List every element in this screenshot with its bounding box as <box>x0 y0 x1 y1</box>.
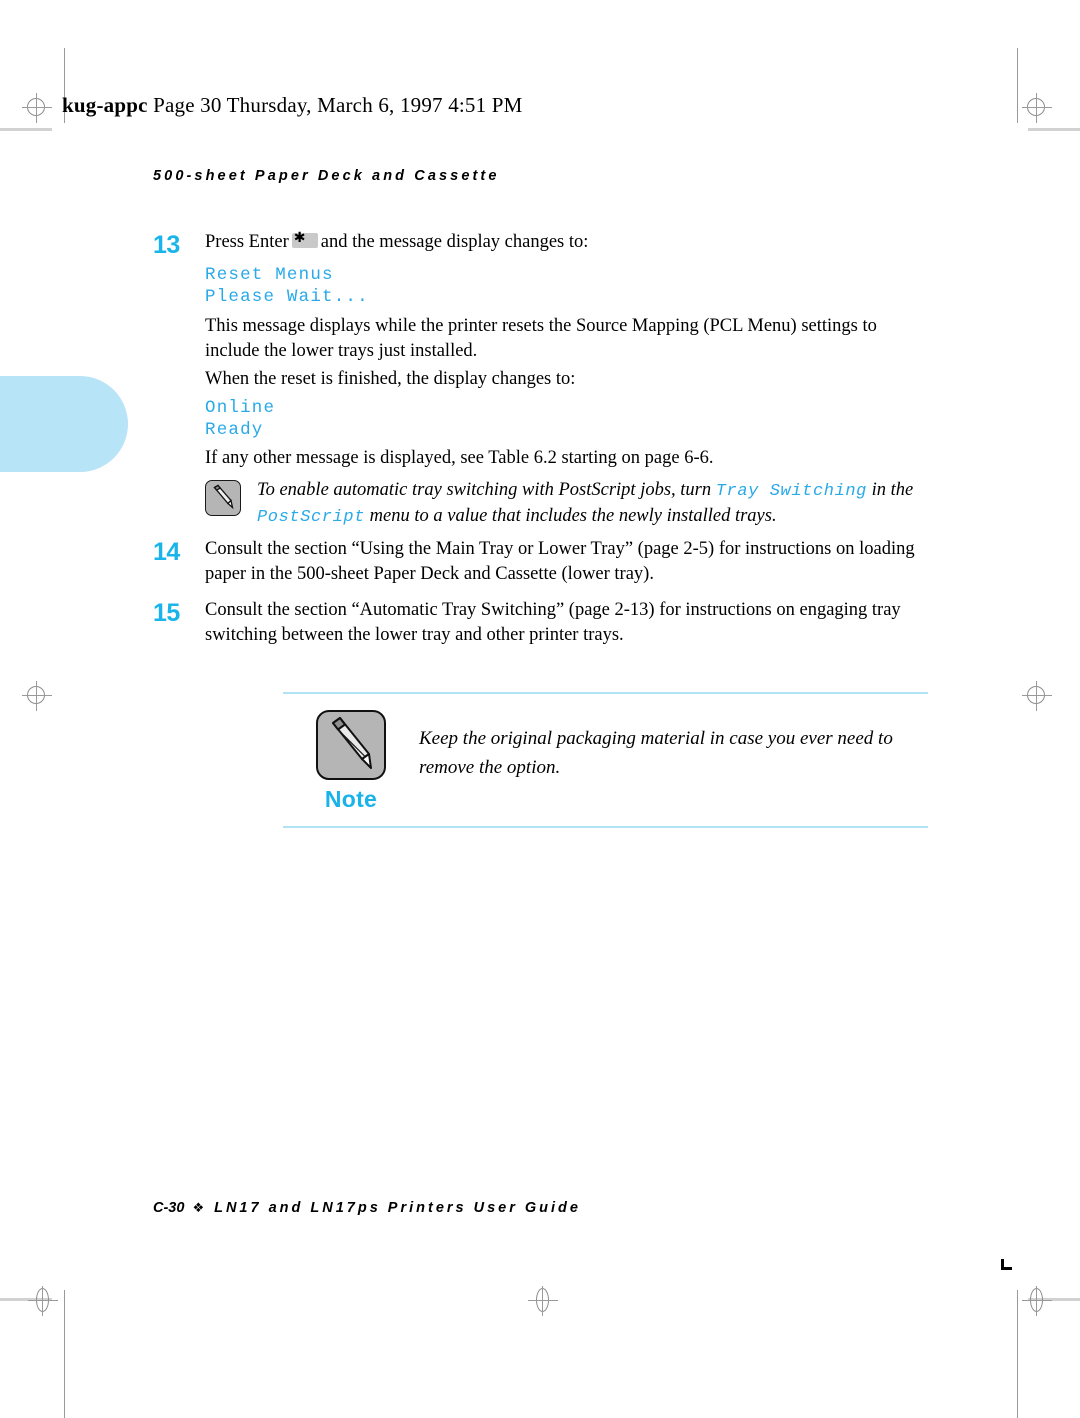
step-number: 13 <box>153 231 180 259</box>
paragraph-2: When the reset is finished, the display … <box>205 367 945 392</box>
inline-note-seg-1: To enable automatic tray switching with … <box>257 480 716 500</box>
inline-note-mono-2: PostScript <box>257 508 366 527</box>
paragraph-1: This message displays while the printer … <box>205 314 945 364</box>
step-14: 14 Consult the section “Using the Main T… <box>153 537 943 587</box>
display-readout-2: Online Ready <box>205 397 945 441</box>
paragraph-1-line-1: This message displays while the printer … <box>205 316 877 336</box>
running-head: 500-sheet Paper Deck and Cassette <box>153 168 500 184</box>
inline-note: To enable automatic tray switching with … <box>205 478 945 530</box>
inline-note-text: To enable automatic tray switching with … <box>257 478 945 530</box>
pencil-icon <box>316 710 386 780</box>
step-text: Consult the section “Using the Main Tray… <box>205 539 915 584</box>
step-15: 15 Consult the section “Automatic Tray S… <box>153 598 943 648</box>
step-text: Consult the section “Automatic Tray Swit… <box>205 600 901 645</box>
inline-note-mono-1: Tray Switching <box>715 482 867 501</box>
step-number: 15 <box>153 599 180 627</box>
inline-note-seg-3: menu to a value that includes the newly … <box>365 506 777 526</box>
pencil-icon <box>205 480 241 516</box>
step-text-after-key: and the message display changes to: <box>320 232 589 252</box>
paragraph-1-line-2: include the lower trays just installed. <box>205 341 478 361</box>
page-footer: C-30 ❖ LN17 and LN17ps Printers User Guide <box>153 1200 581 1216</box>
callout-text: Keep the original packaging material in … <box>419 708 928 782</box>
step-13: 13 Press Enter and the message display ch… <box>153 229 943 259</box>
footer-page-number: C-30 <box>153 1200 185 1216</box>
paragraph-3: If any other message is displayed, see T… <box>205 446 945 471</box>
callout-rule-bottom <box>283 826 928 828</box>
paragraph-3-text: If any other message is displayed, see T… <box>205 448 714 468</box>
display-line: Online <box>205 398 276 418</box>
callout-line-1: Keep the original packaging material in … <box>419 728 893 749</box>
display-line: Reset Menus <box>205 265 334 285</box>
inline-note-seg-2: in the <box>866 480 914 500</box>
paragraph-2-text: When the reset is finished, the display … <box>205 369 576 389</box>
callout-inner: Note Keep the original packaging materia… <box>283 694 928 826</box>
asterisk-key-icon <box>291 229 318 248</box>
callout-icon-group: Note <box>312 710 390 813</box>
step-text-before-key: Press Enter <box>205 232 289 252</box>
callout-line-2: remove the option. <box>419 757 561 778</box>
note-label: Note <box>324 786 378 812</box>
display-line: Please Wait... <box>205 287 369 307</box>
step-number: 14 <box>153 538 180 566</box>
page-content: 500-sheet Paper Deck and Cassette 13 Pre… <box>0 0 1080 1397</box>
diamond-icon: ❖ <box>192 1201 205 1216</box>
footer-title: LN17 and LN17ps Printers User Guide <box>214 1200 581 1216</box>
display-readout-1: Reset Menus Please Wait... <box>205 264 945 308</box>
step-text: Press Enter and the message display chang… <box>205 229 943 255</box>
note-callout: Note Keep the original packaging materia… <box>283 692 928 828</box>
display-line: Ready <box>205 420 264 440</box>
